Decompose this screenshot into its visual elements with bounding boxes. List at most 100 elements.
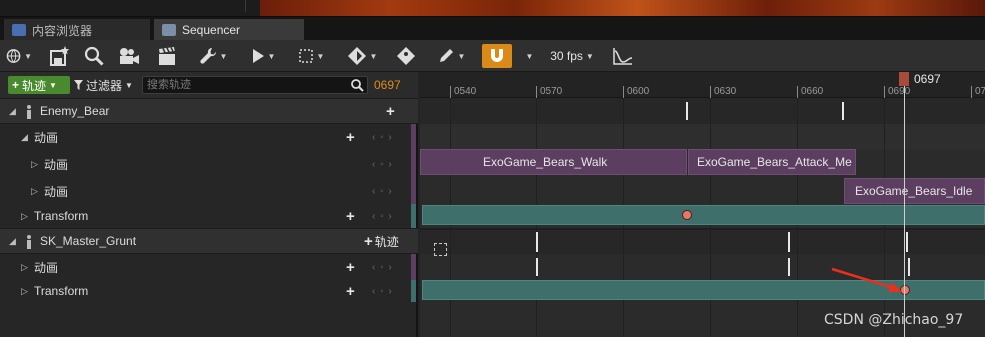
save-button[interactable] — [48, 44, 72, 68]
empty-section-marker — [434, 243, 447, 256]
ruler-label: 0690 — [888, 86, 911, 97]
actor-icon — [27, 105, 31, 119]
track-label: 动画 — [44, 157, 69, 172]
section-marker — [686, 102, 688, 120]
magnet-icon — [491, 49, 503, 62]
world-button[interactable]: ▼ — [6, 44, 32, 68]
playhead-frame-label: 0697 — [914, 72, 941, 86]
filter-label: 过滤器 — [86, 78, 123, 93]
track-row-animation[interactable]: ◢ 动画 + ‹ ◦ › — [0, 124, 418, 150]
track-label: SK_Master_Grunt — [40, 234, 137, 248]
snap-options-button[interactable]: ▼ — [518, 44, 538, 68]
collapse-triangle-icon[interactable]: ◢ — [9, 106, 16, 117]
chevron-down-icon: ▼ — [125, 80, 133, 90]
track-row-transform[interactable]: ▷ Transform + ‹ ◦ › — [0, 204, 418, 228]
ruler-tick — [884, 86, 885, 98]
track-row-transform[interactable]: ▷ Transform + ‹ ◦ › — [0, 280, 418, 302]
ruler-label: 07 — [975, 86, 985, 97]
filter-button[interactable]: 过滤器 ▼ — [74, 76, 133, 94]
track-label: 动画 — [34, 260, 59, 275]
chevron-down-icon: ▼ — [585, 51, 594, 61]
curve-editor-button[interactable] — [610, 44, 636, 68]
playback-button[interactable]: ▼ — [246, 44, 280, 68]
play-icon — [252, 49, 264, 63]
key-navigation[interactable]: ‹ ◦ › — [372, 211, 393, 222]
tools-button[interactable]: ▼ — [196, 44, 230, 68]
frame-rate-select[interactable]: 30 fps ▼ — [548, 44, 596, 68]
pencil-icon — [439, 49, 453, 62]
funnel-icon — [74, 80, 83, 90]
track-row-animation-sub[interactable]: ▷ 动画 ‹ ◦ › — [0, 150, 418, 178]
add-track-button[interactable]: + 轨迹 — [364, 233, 399, 250]
track-row-animation[interactable]: ▷ 动画 + ‹ ◦ › — [0, 254, 418, 280]
tab-sequencer[interactable]: Sequencer — [154, 19, 304, 41]
key-navigation[interactable]: ‹ ◦ › — [372, 159, 393, 170]
expand-triangle-icon[interactable]: ▷ — [31, 186, 38, 197]
chevron-down-icon: ▼ — [457, 51, 466, 61]
ruler-label: 0600 — [627, 86, 650, 97]
marquee-icon — [298, 49, 313, 63]
keyframe-button[interactable]: ▼ — [344, 44, 380, 68]
save-star-icon — [50, 46, 70, 66]
curve-icon — [613, 48, 633, 65]
clapboard-button[interactable] — [154, 44, 180, 68]
key-navigation[interactable]: ‹ ◦ › — [372, 286, 393, 297]
collapse-triangle-icon[interactable]: ◢ — [21, 132, 28, 143]
find-button[interactable] — [82, 44, 106, 68]
key-navigation[interactable]: ‹ ◦ › — [372, 132, 393, 143]
animation-clip[interactable]: ExoGame_Bears_Attack_Me — [688, 149, 856, 175]
add-track-button[interactable]: + 轨迹 ▼ — [8, 76, 70, 94]
section-marker — [842, 102, 844, 120]
search-placeholder: 搜索轨迹 — [147, 79, 191, 91]
current-frame[interactable]: 0697 — [374, 78, 401, 92]
clip-label: ExoGame_Bears_Attack_Me — [697, 155, 852, 169]
expand-triangle-icon[interactable]: ▷ — [21, 211, 28, 222]
section-marker — [906, 232, 908, 252]
track-row-enemy-bear[interactable]: ◢ Enemy_Bear + — [0, 98, 418, 124]
animation-clip[interactable]: ExoGame_Bears_Idle — [844, 178, 985, 204]
add-section-button[interactable]: + — [346, 283, 355, 300]
track-list-panel: + 轨迹 ▼ 过滤器 ▼ 搜索轨迹 0697 ◢ Enemy_Bear + ◢ … — [0, 72, 418, 337]
expand-triangle-icon[interactable]: ▷ — [21, 286, 28, 297]
level-viewport[interactable] — [260, 0, 985, 16]
playhead-line[interactable] — [904, 72, 905, 337]
key-tag-button[interactable] — [394, 44, 418, 68]
track-search-input[interactable]: 搜索轨迹 — [142, 76, 368, 94]
selection-button[interactable]: ▼ — [294, 44, 328, 68]
section-marker — [788, 258, 790, 276]
add-section-button[interactable]: + — [346, 208, 355, 225]
ruler-tick — [623, 86, 624, 98]
camera-icon — [120, 48, 139, 64]
timeline-area[interactable]: 0540 0570 0600 0630 0660 0690 07 ExoGame… — [420, 72, 985, 337]
chevron-down-icon: ▼ — [49, 80, 57, 90]
key-navigation[interactable]: ‹ ◦ › — [372, 262, 393, 273]
camera-button[interactable] — [116, 44, 142, 68]
edit-button[interactable]: ▼ — [434, 44, 468, 68]
divider — [245, 0, 246, 12]
section-marker — [908, 258, 910, 276]
ruler-tick — [797, 86, 798, 98]
timeline-row — [420, 124, 985, 150]
track-row-sk-master-grunt[interactable]: ◢ SK_Master_Grunt + 轨迹 — [0, 228, 418, 254]
expand-triangle-icon[interactable]: ▷ — [21, 262, 28, 273]
add-subtrack-button[interactable]: + — [386, 103, 395, 120]
track-row-animation-sub[interactable]: ▷ 动画 ‹ ◦ › — [0, 178, 418, 204]
tab-content-browser[interactable]: 内容浏览器 — [4, 19, 150, 41]
section-marker — [788, 232, 790, 252]
playhead-handle[interactable] — [899, 72, 909, 86]
chevron-down-icon: ▼ — [525, 51, 534, 61]
add-section-button[interactable]: + — [346, 259, 355, 276]
transform-section[interactable] — [422, 205, 985, 225]
expand-triangle-icon[interactable]: ▷ — [31, 159, 38, 170]
track-label: Transform — [34, 284, 89, 298]
key-navigation[interactable]: ‹ ◦ › — [372, 186, 393, 197]
transform-keyframe[interactable] — [682, 210, 692, 220]
chevron-down-icon: ▼ — [219, 51, 228, 61]
track-color-bar — [411, 204, 416, 228]
snap-toggle[interactable] — [482, 44, 512, 68]
chevron-down-icon: ▼ — [316, 51, 325, 61]
animation-clip[interactable]: ExoGame_Bears_Walk — [420, 149, 687, 175]
add-section-button[interactable]: + — [346, 129, 355, 146]
collapse-triangle-icon[interactable]: ◢ — [9, 236, 16, 247]
track-label: 动画 — [34, 130, 59, 145]
